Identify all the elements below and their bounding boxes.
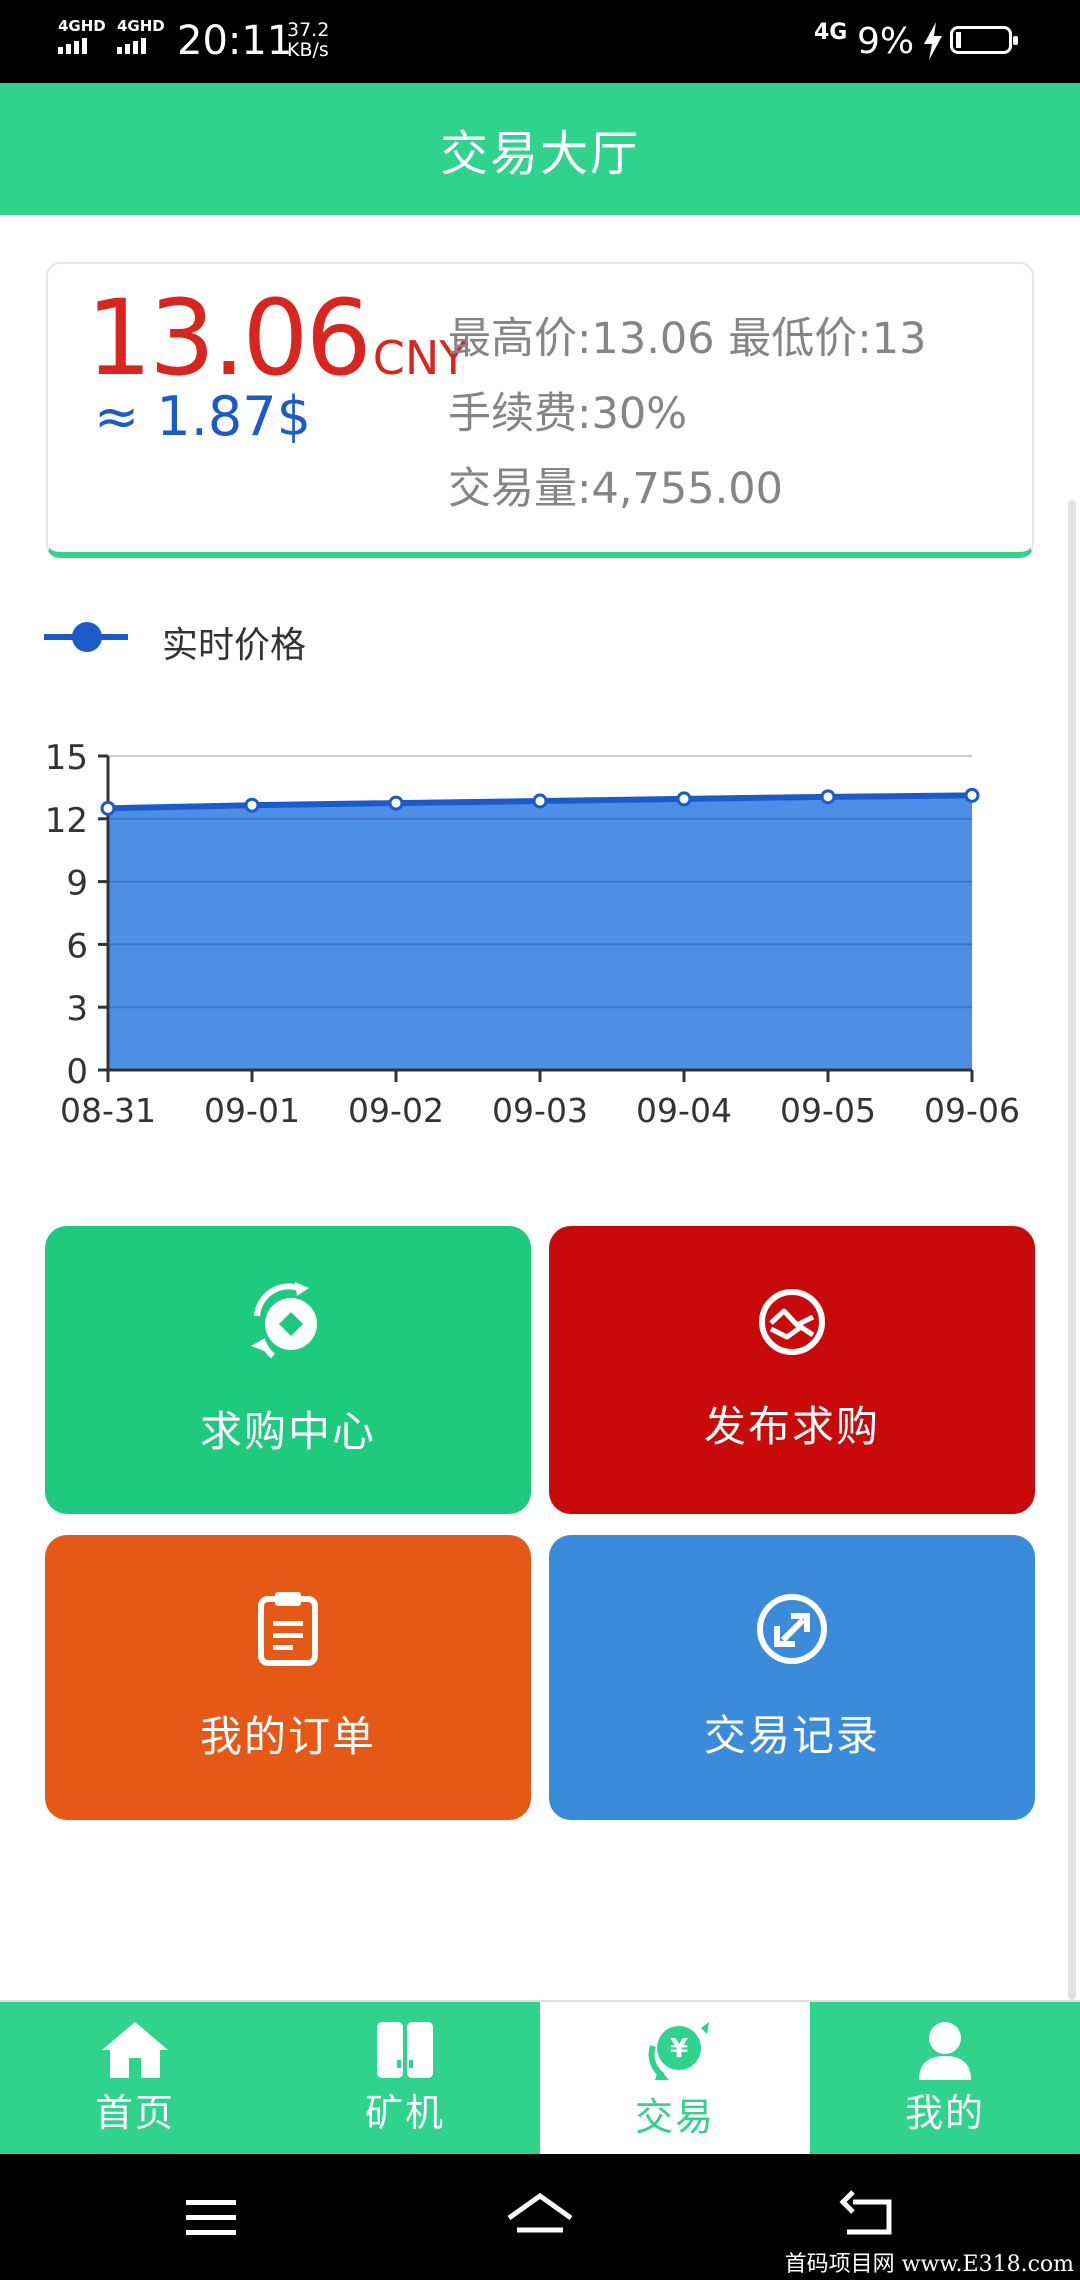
back-icon[interactable] — [833, 2182, 903, 2252]
nav-label: 交易 — [634, 2095, 715, 2139]
miner-icon — [377, 2022, 433, 2078]
nav-home[interactable]: 首页 — [0, 2002, 270, 2156]
coin-exchange-icon — [251, 1281, 317, 1358]
bottom-nav: 首页 矿机 ¥ 交易 我的 — [0, 2000, 1080, 2156]
user-icon — [919, 2022, 971, 2080]
y-tick-label: 9 — [66, 864, 88, 904]
nav-mine[interactable]: 我的 — [810, 2002, 1080, 2156]
exchange-circle-icon — [759, 1288, 825, 1355]
data-point — [532, 793, 548, 809]
y-tick-label: 12 — [45, 801, 88, 841]
data-point — [100, 800, 116, 816]
post-buy-button[interactable]: 发布求购 — [549, 1226, 1035, 1514]
my-orders-button[interactable]: 我的订单 — [45, 1535, 531, 1820]
nav-label: 首页 — [94, 2091, 175, 2135]
home-icon — [102, 2022, 168, 2078]
tile-label: 交易记录 — [703, 1711, 880, 1760]
data-point — [820, 789, 836, 805]
price-chart[interactable]: 0 3 6 9 12 15 08-31 09-01 09-02 09-03 09-04 09-05 09… — [0, 0, 1080, 1180]
y-tick-label: 3 — [66, 989, 88, 1029]
nav-label: 矿机 — [364, 2091, 445, 2135]
x-tick-label: 09-03 — [492, 1091, 588, 1130]
svg-text:¥: ¥ — [670, 2034, 688, 2064]
nav-label: 我的 — [904, 2091, 985, 2135]
y-tick-label: 15 — [45, 738, 88, 778]
clipboard-icon — [258, 1592, 318, 1666]
y-tick-label: 0 — [66, 1052, 88, 1092]
x-tick-label: 09-02 — [348, 1091, 444, 1130]
scrollbar[interactable] — [1068, 500, 1076, 2000]
data-point — [964, 787, 980, 803]
nav-miner[interactable]: 矿机 — [270, 2002, 540, 2156]
data-point — [388, 795, 404, 811]
menu-icon[interactable] — [176, 2182, 246, 2252]
x-tick-label: 09-04 — [636, 1091, 732, 1130]
buy-center-button[interactable]: 求购中心 — [45, 1226, 531, 1514]
y-tick-label: 6 — [66, 926, 88, 966]
nav-trade[interactable]: ¥ 交易 — [540, 2002, 810, 2156]
area-fill — [108, 795, 972, 1070]
tile-label: 我的订单 — [199, 1712, 376, 1761]
watermark: 首码项目网 www.E318.com — [784, 2252, 1074, 2277]
tile-label: 发布求购 — [703, 1401, 880, 1451]
data-point — [244, 797, 260, 813]
system-nav-bar: 首码项目网 www.E318.com — [0, 2154, 1080, 2280]
yen-exchange-icon: ¥ — [648, 2022, 709, 2080]
x-tick-label: 08-31 — [60, 1091, 156, 1130]
x-tick-label: 09-06 — [924, 1091, 1020, 1130]
tile-label: 求购中心 — [199, 1406, 376, 1456]
home-button-icon[interactable] — [505, 2182, 575, 2252]
x-tick-label: 09-01 — [204, 1091, 300, 1130]
x-tick-label: 09-05 — [780, 1091, 876, 1130]
swap-arrows-icon — [757, 1594, 827, 1664]
data-point — [676, 791, 692, 807]
trade-history-button[interactable]: 交易记录 — [549, 1535, 1035, 1820]
